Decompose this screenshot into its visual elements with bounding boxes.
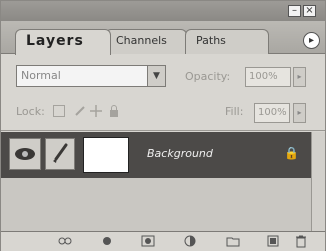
link-layers-icon[interactable]	[57, 234, 73, 250]
chevron-down-icon[interactable]: ▼	[147, 66, 165, 86]
layers-scrollbar[interactable]	[311, 132, 325, 231]
close-button[interactable]: ×	[303, 5, 316, 17]
lock-icon: 🔒	[284, 146, 299, 160]
visibility-toggle[interactable]	[9, 138, 41, 170]
blend-opacity-row: Normal ▼ Opacity: 100% ▸	[1, 55, 325, 93]
lock-all-icon[interactable]	[107, 105, 121, 119]
lock-position-icon[interactable]	[89, 105, 103, 119]
fill-field[interactable]: 100%	[254, 103, 290, 123]
adjustment-layer-icon[interactable]	[182, 234, 198, 250]
close-icon: ×	[305, 5, 314, 16]
layer-mask-icon[interactable]	[140, 234, 156, 250]
tab-layers-label: Layers	[26, 33, 84, 49]
tab-strip: Channels Paths Layers ▸	[1, 21, 325, 55]
fill-label: Fill:	[225, 105, 244, 118]
lock-label: Lock:	[16, 105, 45, 118]
layers-list: Background 🔒	[1, 132, 311, 231]
fill-slider-button[interactable]: ▸	[293, 103, 306, 123]
lock-fill-row: Lock: Fill: 100% ▸	[1, 93, 325, 131]
layers-bottom-toolbar	[1, 231, 325, 251]
new-group-icon[interactable]	[225, 234, 241, 250]
layers-panel: – × Channels Paths Layers ▸ Normal ▼ Opa…	[0, 0, 326, 251]
layer-thumbnail[interactable]	[83, 137, 129, 173]
link-brush-toggle[interactable]	[45, 138, 75, 170]
tab-paths-label: Paths	[196, 34, 226, 47]
layer-name[interactable]: Background	[147, 147, 213, 160]
panel-title-bar[interactable]: – ×	[1, 1, 325, 21]
new-layer-icon[interactable]	[265, 234, 281, 250]
opacity-label: Opacity:	[185, 70, 231, 83]
tab-channels-label: Channels	[116, 34, 167, 47]
panel-menu-button[interactable]: ▸	[303, 32, 320, 49]
tab-channels[interactable]: Channels	[105, 29, 187, 54]
layer-row[interactable]: Background 🔒	[1, 132, 311, 178]
trash-icon[interactable]	[293, 234, 309, 250]
brush-icon	[53, 143, 68, 163]
panel-menu-icon: ▸	[308, 35, 315, 46]
layer-style-icon[interactable]	[99, 234, 115, 250]
lock-transparency-icon[interactable]	[52, 105, 66, 119]
opacity-slider-button[interactable]: ▸	[293, 67, 306, 87]
minimize-icon: –	[292, 5, 297, 16]
blend-mode-select[interactable]: Normal ▼	[16, 65, 166, 87]
minimize-button[interactable]: –	[288, 5, 301, 17]
eye-icon	[15, 148, 35, 160]
tab-paths[interactable]: Paths	[185, 29, 269, 54]
lock-pixels-icon[interactable]	[73, 105, 87, 119]
blend-mode-value: Normal	[21, 69, 61, 82]
tab-layers[interactable]: Layers	[15, 29, 111, 55]
opacity-field[interactable]: 100%	[245, 67, 291, 87]
